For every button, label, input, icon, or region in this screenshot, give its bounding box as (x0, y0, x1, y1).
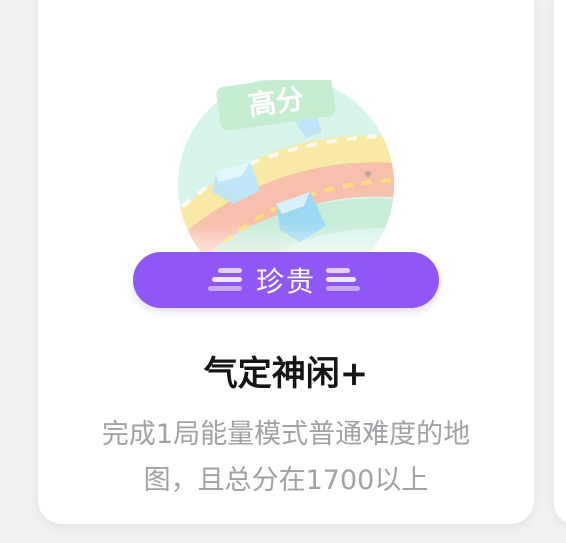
achievement-description: 完成1局能量模式普通难度的地图，且总分在1700以上 (101, 419, 471, 496)
map-badge-icon: 高分 (178, 80, 394, 270)
next-card-edge[interactable] (554, 0, 566, 524)
rarity-label: 珍贵 (255, 265, 316, 298)
rarity-pill: 珍贵 (133, 252, 439, 308)
stripe-decoration-icon (326, 266, 364, 294)
achievement-title: 气定神闲+ (203, 354, 369, 394)
stripe-decoration-icon (207, 266, 246, 294)
achievement-screen: 高分 珍贵 气定神闲+ 完成1局能量模式普通难度的地图，且总分在1700以上 (0, 0, 566, 543)
